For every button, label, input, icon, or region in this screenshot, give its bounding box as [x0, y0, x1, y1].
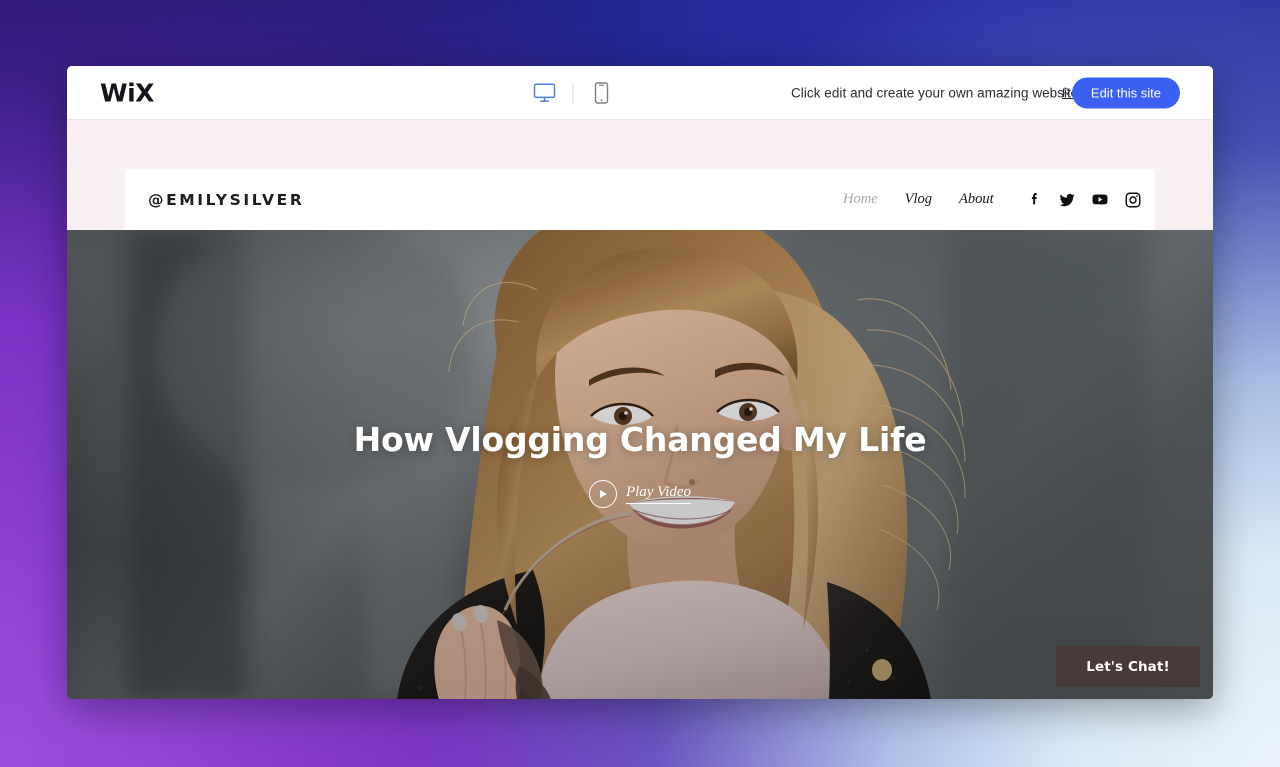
play-icon	[588, 480, 617, 508]
twitter-icon[interactable]	[1058, 191, 1076, 209]
facebook-icon[interactable]	[1025, 191, 1043, 209]
site-preview-window: WiX Click edit and create your own amazi…	[67, 66, 1213, 699]
nav-item-about[interactable]: About	[959, 191, 994, 208]
wix-logo[interactable]: WiX	[100, 80, 154, 105]
play-video-button[interactable]: Play Video	[67, 480, 1213, 508]
site-top-band: @EMILYSILVER Home Vlog About	[67, 120, 1213, 230]
desktop-view-icon[interactable]	[532, 80, 558, 106]
nav-item-home[interactable]: Home	[843, 191, 878, 208]
lets-chat-button[interactable]: Let's Chat!	[1056, 646, 1200, 687]
instagram-icon[interactable]	[1124, 191, 1142, 209]
hero-section: How Vlogging Changed My Life Play Video …	[67, 230, 1213, 699]
device-view-switcher	[532, 80, 615, 106]
hero-content: How Vlogging Changed My Life Play Video	[67, 420, 1213, 508]
site-header: @EMILYSILVER Home Vlog About	[125, 169, 1155, 230]
site-logo[interactable]: @EMILYSILVER	[148, 191, 304, 209]
wix-editor-topbar: WiX Click edit and create your own amazi…	[67, 66, 1213, 120]
play-video-label: Play Video	[625, 484, 692, 504]
social-links	[1025, 191, 1142, 209]
nav-item-vlog[interactable]: Vlog	[905, 191, 932, 208]
mobile-view-icon[interactable]	[589, 80, 615, 106]
device-switch-divider	[572, 82, 574, 103]
editor-promo-message: Click edit and create your own amazing w…	[791, 85, 1079, 100]
hero-title: How Vlogging Changed My Life	[353, 420, 927, 459]
edit-this-site-button[interactable]: Edit this site	[1071, 77, 1180, 108]
site-navigation: Home Vlog About	[843, 191, 994, 208]
youtube-icon[interactable]	[1091, 191, 1109, 209]
